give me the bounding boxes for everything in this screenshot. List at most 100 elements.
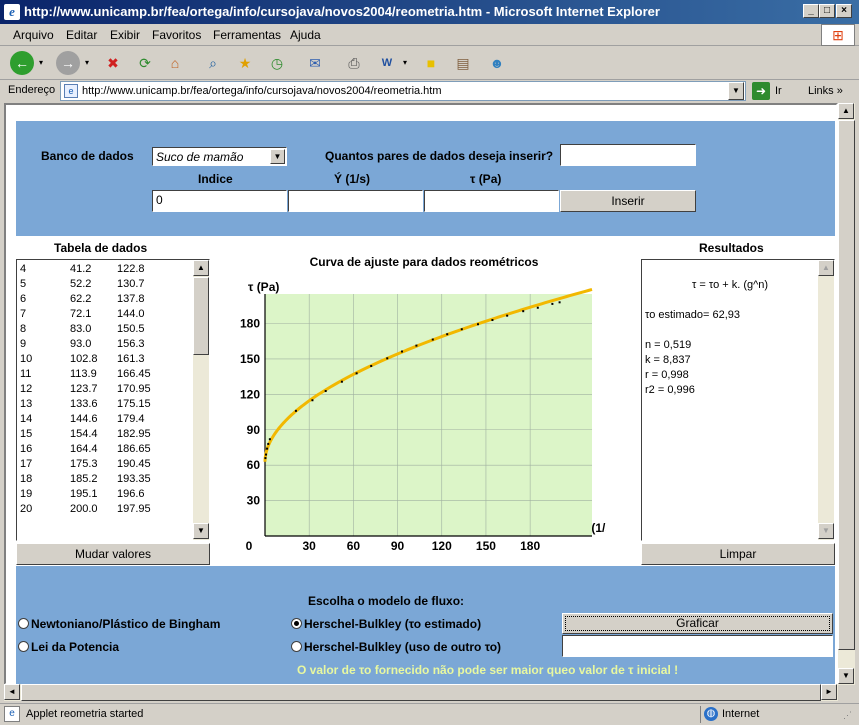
model-hb-est-label[interactable]: Herschel-Bulkley (το estimado) xyxy=(304,617,481,631)
other-tau-input[interactable] xyxy=(562,635,833,657)
favorites-star-icon[interactable]: ★ xyxy=(234,53,256,73)
tau-input[interactable] xyxy=(424,190,559,212)
discuss-icon[interactable]: ■ xyxy=(420,53,442,73)
db-select[interactable]: Suco de mamão ▼ xyxy=(152,147,287,166)
edit-dropdown-icon[interactable]: ▾ xyxy=(400,53,410,73)
scroll-up-icon[interactable]: ▲ xyxy=(838,103,854,119)
go-button[interactable]: ➜ Ir xyxy=(752,82,792,100)
mail-icon[interactable]: ✉ xyxy=(304,53,326,73)
stop-icon[interactable]: ✖ xyxy=(102,53,124,73)
internet-globe-icon: ◍ xyxy=(704,707,718,721)
menu-editar[interactable]: Editar xyxy=(66,28,97,42)
change-values-button[interactable]: Mudar valores xyxy=(16,543,210,565)
data-point xyxy=(446,333,449,336)
data-point xyxy=(460,328,463,331)
links-button[interactable]: Links » xyxy=(808,85,843,97)
chart-title: Curva de ajuste para dados reométricos xyxy=(310,255,539,269)
home-icon[interactable]: ⌂ xyxy=(164,53,186,73)
menu-favoritos[interactable]: Favoritos xyxy=(152,28,201,42)
radio-newton[interactable] xyxy=(18,618,29,629)
address-label: Endereço xyxy=(8,84,56,96)
model-hb-other-label[interactable]: Herschel-Bulkley (uso de outro το) xyxy=(304,640,501,654)
pairs-input[interactable] xyxy=(560,144,696,166)
forward-arrow-icon[interactable]: → xyxy=(56,51,80,75)
result-n: n = 0,519 xyxy=(645,339,692,351)
data-point xyxy=(522,310,525,313)
scroll-down-icon[interactable]: ▼ xyxy=(818,523,834,539)
back-dropdown-icon[interactable]: ▾ xyxy=(36,53,46,73)
scroll-down-icon[interactable]: ▼ xyxy=(193,523,209,539)
table-cell: 83.0 xyxy=(70,323,92,335)
data-point xyxy=(476,323,479,326)
model-power-label[interactable]: Lei da Potencia xyxy=(31,640,119,654)
chevron-right-icon: » xyxy=(836,85,843,97)
resize-grip-icon[interactable]: ⋰ xyxy=(843,710,852,721)
table-scroll-thumb[interactable] xyxy=(193,277,209,355)
table-cell: 182.95 xyxy=(117,428,151,440)
page-scroll-thumb[interactable] xyxy=(838,120,855,650)
scroll-down-icon[interactable]: ▼ xyxy=(838,668,854,684)
address-field[interactable]: e http://www.unicamp.br/fea/ortega/info/… xyxy=(60,81,746,101)
page-horizontal-scrollbar[interactable]: ◄ ► xyxy=(4,684,838,701)
address-url[interactable]: http://www.unicamp.br/fea/ortega/info/cu… xyxy=(82,85,442,97)
data-table[interactable]: 4 41.2 122.8 5 52.2 130.7 6 62.2 137.8 7 72.1 144.0… xyxy=(16,259,210,541)
origin-tick-label: 0 xyxy=(246,539,253,553)
address-dropdown-icon[interactable]: ▼ xyxy=(728,82,744,100)
ie-icon: e xyxy=(4,4,20,20)
messenger-icon[interactable]: ☻ xyxy=(486,53,508,73)
toolbar: ← ▾ → ▾ ✖ ⟳ ⌂ ⌕ ★ ◷ ✉ ⎙ W ▾ ■ ▤ ☻ xyxy=(0,46,859,80)
y-tick-label: 90 xyxy=(247,423,261,437)
data-point xyxy=(491,319,494,322)
table-cell: 166.45 xyxy=(117,368,151,380)
radio-power[interactable] xyxy=(18,641,29,652)
radio-hb-estimated[interactable] xyxy=(291,618,302,629)
search-icon[interactable]: ⌕ xyxy=(202,53,224,73)
table-cell: 41.2 xyxy=(70,263,92,275)
back-arrow-icon[interactable]: ← xyxy=(10,51,34,75)
x-tick-label: 30 xyxy=(303,539,317,553)
radio-hb-other[interactable] xyxy=(291,641,302,652)
data-point xyxy=(355,372,358,375)
status-page-icon: e xyxy=(4,706,20,722)
pairs-label: Quantos pares de dados deseja inserir? xyxy=(325,149,554,163)
table-cell: 10 xyxy=(20,353,33,365)
menu-arquivo[interactable]: Arquivo xyxy=(13,28,54,42)
results-scrollbar[interactable]: ▲ ▼ xyxy=(818,260,834,540)
close-button[interactable]: × xyxy=(836,4,852,18)
input-panel xyxy=(16,121,835,236)
model-newton-label[interactable]: Newtoniano/Plástico de Bingham xyxy=(31,617,220,631)
scroll-left-icon[interactable]: ◄ xyxy=(4,684,20,700)
edit-word-icon[interactable]: W xyxy=(376,53,398,73)
menu-ajuda[interactable]: Ajuda xyxy=(290,28,321,42)
insert-button[interactable]: Inserir xyxy=(560,190,696,212)
table-cell: 13 xyxy=(20,398,33,410)
refresh-icon[interactable]: ⟳ xyxy=(134,53,156,73)
maximize-button[interactable]: □ xyxy=(819,4,835,18)
table-cell: 11 xyxy=(20,368,32,380)
table-cell: 123.7 xyxy=(70,383,98,395)
rate-input[interactable] xyxy=(288,190,423,212)
table-cell: 62.2 xyxy=(70,293,92,305)
menu-exibir[interactable]: Exibir xyxy=(110,28,140,42)
plot-button[interactable]: Graficar xyxy=(562,613,833,634)
print-icon[interactable]: ⎙ xyxy=(343,53,365,73)
research-icon[interactable]: ▤ xyxy=(452,53,474,73)
page-vertical-scrollbar[interactable]: ▲ ▼ xyxy=(838,103,855,685)
menu-bar: Arquivo Editar Exibir Favoritos Ferramen… xyxy=(0,24,859,46)
history-icon[interactable]: ◷ xyxy=(266,53,288,73)
go-label: Ir xyxy=(775,85,782,97)
index-input[interactable]: 0 xyxy=(152,190,287,212)
scroll-up-icon[interactable]: ▲ xyxy=(818,260,834,276)
results-area[interactable]: τ = το + k. (g^n) το estimado= 62,93 n =… xyxy=(641,259,835,541)
minimize-button[interactable]: _ xyxy=(803,4,819,18)
page-hscroll-thumb[interactable] xyxy=(21,684,821,701)
forward-dropdown-icon[interactable]: ▾ xyxy=(82,53,92,73)
chevron-down-icon[interactable]: ▼ xyxy=(270,149,285,164)
data-point xyxy=(264,457,267,460)
menu-ferramentas[interactable]: Ferramentas xyxy=(213,28,281,42)
clear-button[interactable]: Limpar xyxy=(641,543,835,565)
scroll-right-icon[interactable]: ► xyxy=(821,684,837,700)
scroll-up-icon[interactable]: ▲ xyxy=(193,260,209,276)
table-cell: 185.2 xyxy=(70,473,98,485)
table-scrollbar[interactable]: ▲ ▼ xyxy=(193,260,209,540)
